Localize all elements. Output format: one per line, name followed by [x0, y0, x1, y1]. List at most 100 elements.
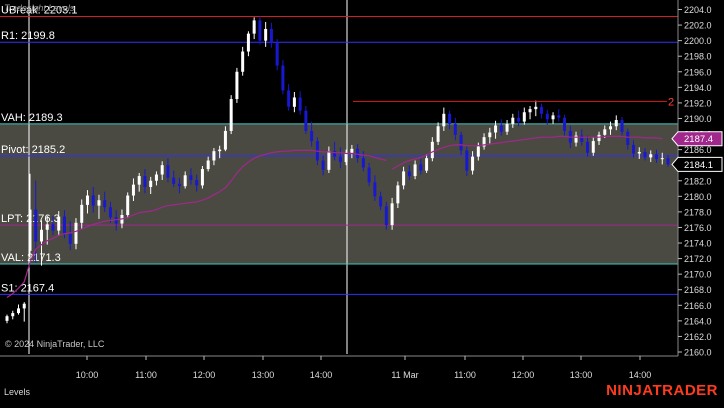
candle	[275, 42, 279, 66]
candle	[557, 115, 561, 118]
y-tick-label: 2196.0	[684, 67, 712, 77]
candle	[281, 65, 285, 91]
x-tick-label: 11:00	[135, 370, 157, 380]
candle	[200, 169, 204, 186]
candle	[425, 158, 429, 171]
candle	[321, 160, 325, 170]
candle	[34, 209, 38, 242]
candle	[287, 90, 291, 107]
x-tick-label: 11:00	[454, 370, 476, 380]
candle	[655, 154, 659, 159]
candle	[396, 185, 400, 204]
candle	[338, 156, 342, 163]
y-tick-label: 2166.0	[684, 301, 712, 311]
candle	[172, 177, 176, 184]
x-tick-label: 13:00	[570, 370, 593, 380]
candle	[637, 151, 641, 154]
chart-canvas[interactable]: UBreak: 2203.1R1: 2199.8VAH: 2189.3Pivot…	[0, 0, 724, 403]
candle	[373, 182, 377, 197]
candle	[545, 113, 549, 120]
y-tick-label: 2180.0	[684, 192, 712, 202]
candle	[350, 148, 354, 153]
candle	[154, 174, 158, 181]
level-label: R1: 2199.8	[1, 30, 55, 42]
candle	[166, 165, 170, 178]
y-tick-label: 2160.0	[684, 348, 712, 358]
candle	[649, 154, 653, 158]
candle	[97, 200, 101, 206]
candle	[419, 164, 423, 171]
candle	[189, 175, 193, 180]
candle	[563, 117, 567, 131]
candle	[379, 196, 383, 207]
y-tick-label: 2172.0	[684, 254, 712, 264]
copyright-text: © 2024 NinjaTrader, LLC	[5, 339, 105, 349]
candle	[660, 158, 664, 160]
candle	[195, 179, 199, 186]
candle	[177, 183, 181, 187]
candle	[16, 308, 20, 314]
candle	[476, 146, 480, 157]
candle	[609, 126, 613, 130]
candle	[218, 149, 222, 152]
candle	[304, 110, 308, 131]
candle	[534, 106, 538, 110]
candle	[149, 180, 153, 187]
candle	[551, 115, 555, 120]
price-marker-label: 2184.1	[684, 160, 713, 171]
candle	[91, 195, 95, 206]
candle	[344, 152, 348, 163]
candle	[28, 209, 32, 251]
candle	[448, 113, 452, 124]
candle	[252, 20, 256, 34]
candle	[298, 97, 302, 111]
candle	[614, 120, 618, 127]
candle	[258, 20, 262, 41]
candle	[430, 141, 434, 159]
y-tick-label: 2164.0	[684, 316, 712, 326]
candle	[465, 150, 469, 171]
ninjatrader-logo: NINJATRADER	[606, 382, 718, 399]
y-tick-label: 2198.0	[684, 52, 712, 62]
candle	[62, 216, 66, 234]
candle	[223, 130, 227, 150]
candle	[269, 28, 273, 43]
candle	[626, 131, 630, 145]
candle	[108, 207, 112, 218]
candle	[183, 175, 187, 187]
candle	[666, 158, 670, 165]
candle	[528, 109, 532, 113]
y-tick-label: 2182.0	[684, 176, 712, 186]
level-label: S1: 2167.4	[1, 282, 54, 294]
candle	[327, 151, 331, 170]
y-tick-label: 2204.0	[684, 5, 712, 15]
y-tick-label: 2162.0	[684, 332, 712, 342]
candle	[390, 203, 394, 226]
level-label: Pivot: 2185.2	[1, 144, 65, 156]
candle	[620, 120, 624, 132]
candle	[603, 129, 607, 135]
candle	[74, 222, 78, 244]
x-tick-label: 10:00	[76, 370, 99, 380]
indicator-title: Tradesight Levels	[4, 3, 75, 13]
candle	[407, 171, 411, 177]
candle	[212, 151, 216, 161]
y-tick-label: 2202.0	[684, 21, 712, 31]
candle	[522, 112, 526, 122]
x-tick-label: 11 Mar	[391, 370, 418, 380]
candle	[591, 141, 595, 153]
candle	[367, 167, 371, 183]
candle	[160, 165, 164, 175]
candle	[143, 176, 147, 187]
level-label: VAL: 2171.3	[1, 252, 61, 264]
candle	[229, 99, 233, 131]
candle	[488, 132, 492, 138]
candle	[511, 117, 515, 124]
y-tick-label: 2170.0	[684, 270, 712, 280]
tab-levels[interactable]: Levels	[4, 387, 30, 397]
candle	[137, 176, 141, 185]
candle	[413, 164, 417, 177]
candle	[310, 130, 314, 142]
price-chart[interactable]: UBreak: 2203.1 R1: 2199.8 VAH: 2189.3 Pivot…	[0, 0, 724, 403]
candle	[459, 134, 463, 151]
